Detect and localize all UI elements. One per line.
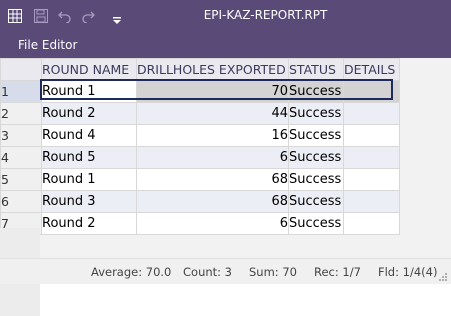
cell-details[interactable]	[343, 146, 400, 169]
row-number[interactable]: 2	[0, 102, 42, 125]
status-bar: Average: 70.0 Count: 3 Sum: 70 Rec: 1/7 …	[0, 258, 451, 284]
cell-drillholes-exported[interactable]: 6	[136, 212, 289, 235]
table-row[interactable]: 1 Round 1 70 Success	[0, 80, 400, 103]
data-grid[interactable]: ROUND NAME DRILLHOLES EXPORTED STATUS DE…	[0, 58, 451, 316]
cell-drillholes-exported[interactable]: 68	[136, 190, 289, 213]
cell-details[interactable]	[343, 102, 400, 125]
cell-status[interactable]: Success	[288, 146, 344, 169]
row-number[interactable]: 6	[0, 190, 42, 213]
table-row[interactable]: 5 Round 1 68 Success	[0, 168, 400, 191]
status-sum: Sum: 70	[249, 265, 297, 279]
table-row[interactable]: 7 Round 2 6 Success	[0, 212, 400, 235]
cell-round-name[interactable]: Round 3	[41, 190, 137, 213]
cell-details[interactable]	[343, 124, 400, 147]
cell-drillholes-exported[interactable]: 70	[136, 80, 289, 103]
title-bar: EPI-KAZ-REPORT.RPT	[0, 0, 451, 32]
menu-bar: File Editor	[0, 32, 451, 58]
cell-status[interactable]: Success	[288, 124, 344, 147]
cell-status[interactable]: Success	[288, 212, 344, 235]
cell-details[interactable]	[343, 168, 400, 191]
menu-file-editor[interactable]: File Editor	[18, 38, 77, 52]
cell-drillholes-exported[interactable]: 6	[136, 146, 289, 169]
report-table: ROUND NAME DRILLHOLES EXPORTED STATUS DE…	[0, 58, 400, 235]
row-number[interactable]: 1	[0, 80, 42, 103]
cell-details[interactable]	[343, 190, 400, 213]
cell-status[interactable]: Success	[288, 168, 344, 191]
column-header-details[interactable]: DETAILS	[343, 58, 400, 81]
cell-drillholes-exported[interactable]: 44	[136, 102, 289, 125]
status-record: Rec: 1/7	[314, 265, 361, 279]
status-count: Count: 3	[183, 265, 232, 279]
table-row[interactable]: 6 Round 3 68 Success	[0, 190, 400, 213]
cell-status[interactable]: Success	[288, 190, 344, 213]
cell-round-name[interactable]: Round 2	[41, 102, 137, 125]
cell-round-name[interactable]: Round 2	[41, 212, 137, 235]
row-number[interactable]: 3	[0, 124, 42, 147]
cell-round-name[interactable]: Round 1	[41, 80, 137, 103]
cell-details[interactable]	[343, 80, 400, 103]
header-row: ROUND NAME DRILLHOLES EXPORTED STATUS DE…	[0, 58, 400, 81]
column-header-round-name[interactable]: ROUND NAME	[41, 58, 137, 81]
corner-cell[interactable]	[0, 58, 42, 81]
cell-status[interactable]: Success	[288, 80, 344, 103]
cell-round-name[interactable]: Round 1	[41, 168, 137, 191]
cell-status[interactable]: Success	[288, 102, 344, 125]
column-header-drillholes-exported[interactable]: DRILLHOLES EXPORTED	[136, 58, 289, 81]
status-field: Fld: 1/4(4)	[378, 265, 438, 279]
cell-round-name[interactable]: Round 5	[41, 146, 137, 169]
cell-drillholes-exported[interactable]: 16	[136, 124, 289, 147]
table-row[interactable]: 2 Round 2 44 Success	[0, 102, 400, 125]
resize-grip-icon[interactable]	[438, 271, 448, 281]
row-number[interactable]: 5	[0, 168, 42, 191]
window-title: EPI-KAZ-REPORT.RPT	[203, 8, 328, 22]
cell-details[interactable]	[343, 212, 400, 235]
cell-round-name[interactable]: Round 4	[41, 124, 137, 147]
column-header-status[interactable]: STATUS	[288, 58, 344, 81]
cell-drillholes-exported[interactable]: 68	[136, 168, 289, 191]
table-row[interactable]: 3 Round 4 16 Success	[0, 124, 400, 147]
status-average: Average: 70.0	[91, 265, 172, 279]
row-number[interactable]: 4	[0, 146, 42, 169]
table-row[interactable]: 4 Round 5 6 Success	[0, 146, 400, 169]
